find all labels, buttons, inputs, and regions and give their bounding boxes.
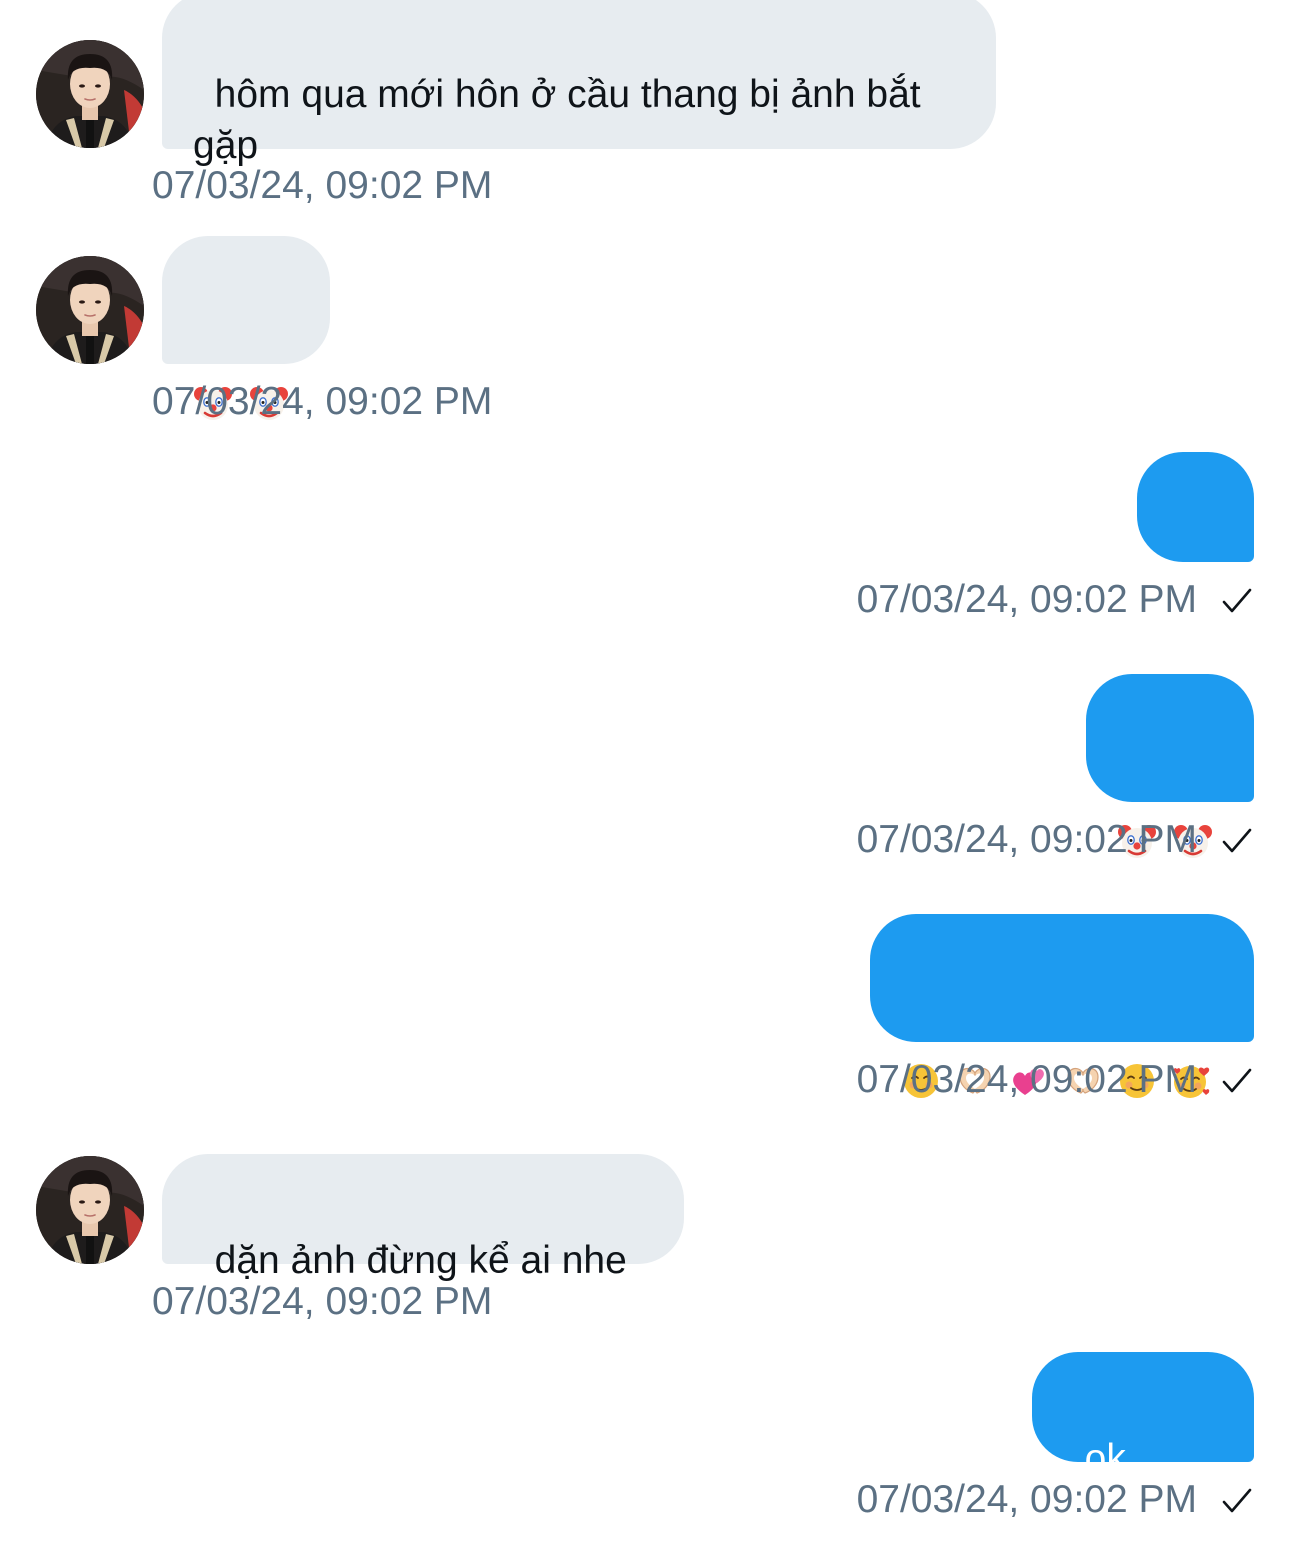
message-text: hôm qua mới hôn ở cầu thang bị ảnh bắt g… [193, 73, 932, 167]
message-timestamp: 07/03/24, 09:02 PM [152, 164, 493, 207]
message-bubble-outgoing[interactable]: vcl [1137, 452, 1254, 631]
message-bubble-outgoing[interactable] [870, 914, 1254, 1042]
message-timestamp: 07/03/24, 09:02 PM [152, 380, 493, 423]
message-bubble-outgoing[interactable]: ok cưng [1032, 1352, 1254, 1531]
avatar[interactable] [36, 256, 144, 364]
message-timestamp: 07/03/24, 09:02 PM [856, 818, 1197, 861]
message-bubble-outgoing[interactable] [1086, 674, 1254, 802]
message-timestamp: 07/03/24, 09:02 PM [856, 1478, 1197, 1521]
message-timestamp: 07/03/24, 09:02 PM [856, 578, 1197, 621]
avatar[interactable] [36, 1156, 144, 1264]
checkmark-icon [1220, 1064, 1254, 1098]
message-timestamp: 07/03/24, 09:02 PM [152, 1280, 493, 1323]
avatar[interactable] [36, 40, 144, 148]
checkmark-icon [1220, 1484, 1254, 1518]
message-timestamp: 07/03/24, 09:02 PM [856, 1058, 1197, 1101]
message-text: dặn ảnh đừng kể ai nhe [214, 1239, 627, 1282]
message-bubble-incoming[interactable]: hôm qua mới hôn ở cầu thang bị ảnh bắt g… [162, 0, 996, 167]
message-bubble-incoming[interactable] [162, 236, 330, 364]
checkmark-icon [1220, 584, 1254, 618]
checkmark-icon [1220, 824, 1254, 858]
message-bubble-incoming[interactable]: dặn ảnh đừng kể ai nhe [162, 1154, 684, 1282]
